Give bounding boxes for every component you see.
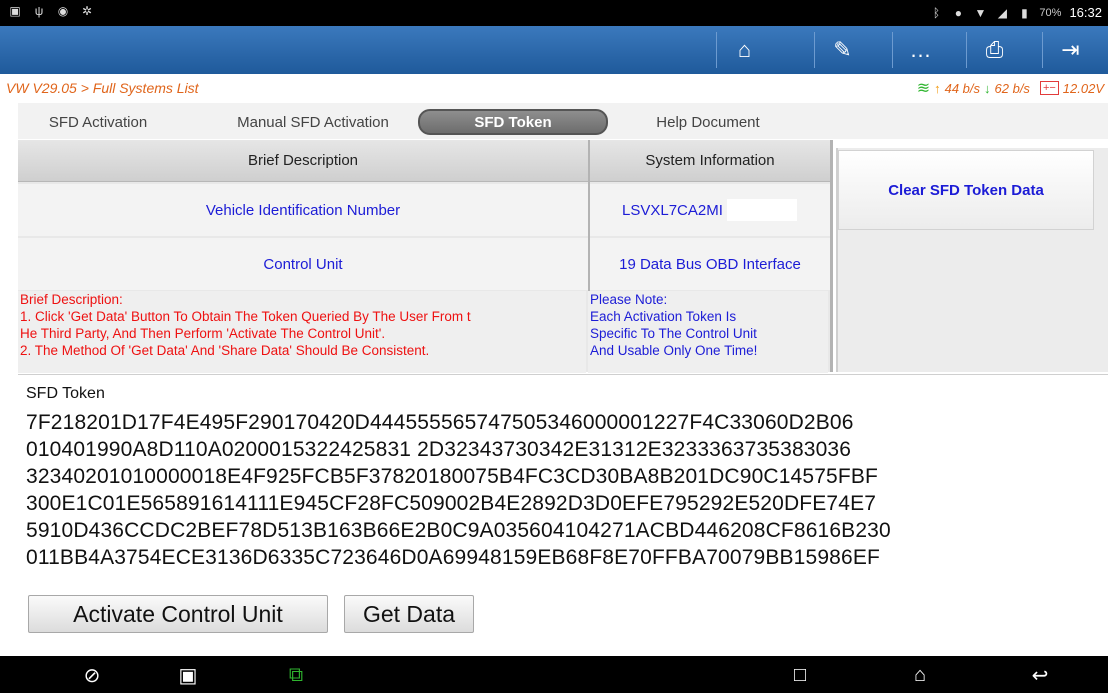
vehicle-battery-icon: +− — [1039, 81, 1059, 95]
wifi-icon: ≋ — [916, 80, 931, 97]
upload-rate: 44 b/s — [944, 80, 981, 96]
brief-description-header: Brief Description — [18, 140, 588, 182]
note-line-3: And Usable Only One Time! — [590, 343, 758, 358]
table-right-border — [830, 140, 833, 372]
tab-sfd-token[interactable]: SFD Token — [418, 109, 608, 135]
exit-icon: ⇥ — [1061, 37, 1080, 62]
token-text[interactable]: 7F218201D17F4E495F290170420D444555565747… — [26, 409, 1102, 571]
brief-description-text: Brief Description: 1. Click 'Get Data' B… — [18, 291, 586, 373]
brief-title: Brief Description: — [20, 292, 123, 307]
token-line: 011BB4A3754ECE3136D6335C723646D0A6994815… — [26, 546, 880, 569]
token-panel: SFD Token 7F218201D17F4E495F290170420D44… — [18, 374, 1108, 656]
download-arrow-icon: ↓ — [984, 80, 991, 96]
clock: 16:32 — [1069, 5, 1102, 20]
system-information-header: System Information — [590, 140, 830, 182]
battery-icon: ▮ — [1021, 5, 1028, 20]
usb-icon: ψ — [34, 4, 44, 18]
tab-help-document[interactable]: Help Document — [618, 109, 798, 135]
status-bar: ▣ ψ ◉ ✲ ᛒ ● ▼ ◢ ▮ 70% 16:32 — [0, 0, 1108, 26]
tab-manual-sfd-activation[interactable]: Manual SFD Activation — [208, 109, 418, 135]
brief-line-1: 1. Click 'Get Data' Button To Obtain The… — [20, 309, 471, 324]
battery-percent: 70% — [1039, 6, 1062, 19]
vci-icon[interactable]: ⧉ — [282, 662, 310, 688]
control-unit-value: 19 Data Bus OBD Interface — [590, 238, 830, 290]
back-icon[interactable]: ↩ — [1026, 662, 1054, 688]
home-button[interactable]: ⌂ — [716, 32, 772, 68]
app-header: ⌂ ✎ … ⎙ ⇥ — [0, 26, 1108, 74]
tab-bar: SFD Activation Manual SFD Activation SFD… — [18, 103, 1108, 139]
token-line: 5910D436CCDC2BEF78D513B163B66E2B0C9A0356… — [26, 519, 891, 542]
token-line: 300E1C01E565891614111E945CF28FC509002B4E… — [26, 492, 877, 515]
vin-value: LSVXL7CA2MI — [590, 184, 830, 236]
get-data-button[interactable]: Get Data — [344, 595, 474, 633]
home-icon[interactable]: ⌂ — [906, 662, 934, 688]
upload-arrow-icon: ↑ — [934, 80, 941, 96]
edit-button[interactable]: ✎ — [814, 32, 870, 68]
image-icon: ▣ — [9, 4, 21, 18]
chat-icon: … — [909, 37, 932, 62]
token-label: SFD Token — [26, 385, 105, 402]
vin-text: LSVXL7CA2MI — [622, 201, 723, 219]
debug-icon: ✲ — [81, 4, 93, 18]
tab-sfd-activation[interactable]: SFD Activation — [18, 109, 178, 135]
token-line: 7F218201D17F4E495F290170420D444555565747… — [26, 411, 854, 434]
print-button[interactable]: ⎙ — [966, 32, 1022, 68]
network-info: ≋ ↑ 44 b/s ↓ 62 b/s +− 12.02V — [917, 78, 1104, 98]
clear-sfd-token-button[interactable]: Clear SFD Token Data — [838, 150, 1094, 230]
bluetooth-icon: ᛒ — [932, 5, 941, 20]
brief-line-2: He Third Party, And Then Perform 'Activa… — [20, 326, 386, 341]
sync-icon: ● — [954, 5, 963, 20]
edit-icon: ✎ — [833, 37, 852, 62]
gallery-icon[interactable]: ▣ — [174, 662, 202, 688]
navigation-bar: ⊘ ▣ ⧉ □ ⌂ ↩ — [0, 656, 1108, 693]
recents-icon[interactable]: □ — [786, 662, 814, 688]
vin-label: Vehicle Identification Number — [18, 184, 588, 236]
note-title: Please Note: — [590, 292, 668, 307]
voltage: 12.02V — [1062, 80, 1104, 96]
breadcrumb: VW V29.05 > Full Systems List — [6, 80, 199, 96]
print-icon: ⎙ — [985, 37, 1004, 62]
please-note-text: Please Note: Each Activation Token Is Sp… — [588, 291, 828, 373]
status-left-icons: ▣ ψ ◉ ✲ — [8, 4, 94, 18]
note-line-1: Each Activation Token Is — [590, 309, 737, 324]
activate-control-unit-button[interactable]: Activate Control Unit — [28, 595, 328, 633]
breadcrumb-bar: VW V29.05 > Full Systems List ≋ ↑ 44 b/s… — [0, 74, 1108, 102]
token-line: 32340201010000018E4F925FCB5F37820180075B… — [26, 465, 878, 488]
brief-line-3: 2. The Method Of 'Get Data' And 'Share D… — [20, 343, 430, 358]
signal-icon: ◢ — [997, 5, 1008, 20]
download-rate: 62 b/s — [994, 80, 1030, 96]
vpn-icon[interactable]: ⊘ — [78, 662, 106, 688]
exit-button[interactable]: ⇥ — [1042, 32, 1098, 68]
home-icon: ⌂ — [737, 37, 752, 62]
shield-icon: ◉ — [57, 4, 69, 18]
wifi-icon: ▼ — [974, 5, 987, 20]
control-unit-label: Control Unit — [18, 238, 588, 290]
token-line: 010401990A8D110A0200015322425831 2D32343… — [26, 438, 852, 461]
vin-redaction — [726, 199, 797, 221]
status-right-icons: ᛒ ● ▼ ◢ ▮ 70% 16:32 — [929, 5, 1102, 20]
chat-button[interactable]: … — [892, 32, 948, 68]
note-line-2: Specific To The Control Unit — [590, 326, 757, 341]
